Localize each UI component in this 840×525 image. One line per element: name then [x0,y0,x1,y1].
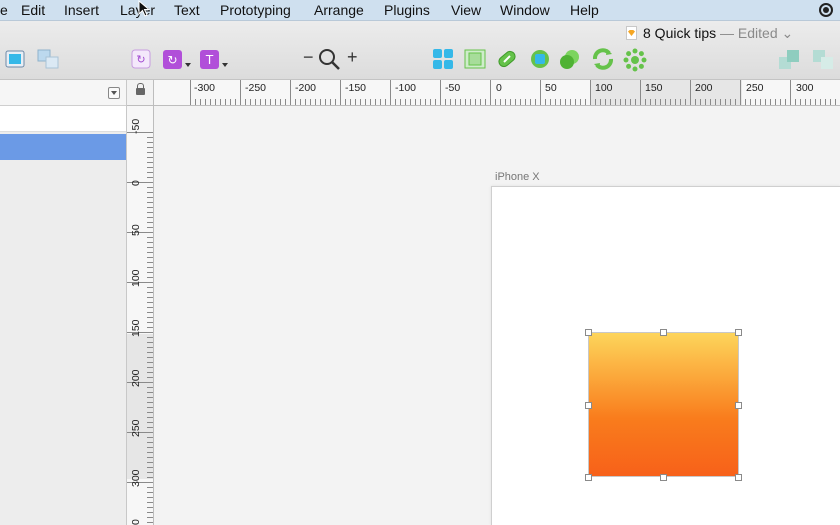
menu-file[interactable]: e [0,2,8,18]
ruler-corner [127,80,154,106]
menu-view[interactable]: View [451,2,481,18]
subtract-icon[interactable] [558,48,582,70]
ruler-label: 200 [695,82,713,94]
text-styles-icon[interactable]: T [199,49,229,71]
layers-panel [0,80,127,525]
lock-icon[interactable] [136,83,145,95]
ruler-label: 150 [645,82,663,94]
gradient-rectangle[interactable] [588,332,739,477]
ruler-label: 250 [130,419,142,437]
resize-handle-top-left[interactable] [585,329,592,336]
menu-prototyping[interactable]: Prototyping [220,2,291,18]
menu-text[interactable]: Text [174,2,200,18]
resize-handle-top[interactable] [660,329,667,336]
gear-icon[interactable] [623,48,647,72]
ruler-label: 300 [130,469,142,487]
mouse-pointer-icon [138,0,152,23]
document-title: 8 Quick tips — Edited ⌄ [626,25,793,42]
pages-header[interactable] [0,80,126,106]
ruler-label: -100 [395,82,417,94]
menu-help[interactable]: Help [570,2,599,18]
ruler-label: -150 [345,82,367,94]
horizontal-ruler[interactable]: -300 -250 -200 -150 -100 -50 0 50 100 15… [154,80,840,106]
insert-artboard-icon[interactable] [4,49,26,71]
ruler-label: -250 [245,82,267,94]
svg-text:T: T [205,53,214,67]
ruler-label: 150 [130,319,142,337]
page-list-item[interactable] [0,106,126,132]
ruler-label: 200 [130,369,142,387]
document-name: 8 Quick tips [643,25,717,41]
ruler-label: 50 [545,82,557,94]
svg-text:↻: ↻ [136,53,145,66]
page-list-item-selected[interactable] [0,134,126,160]
resize-handle-top-right[interactable] [735,329,742,336]
ruler-label: 0 [496,82,502,94]
menu-edit[interactable]: Edit [21,2,45,18]
svg-text:↻: ↻ [167,53,177,67]
rotate-copies-icon[interactable] [590,46,616,72]
artboard-title[interactable]: iPhone X [495,171,540,183]
resize-handle-bottom-left[interactable] [585,474,592,481]
chevron-down-icon[interactable]: ⌄ [782,25,794,41]
vertical-ruler[interactable]: -50 0 50 100 150 200 250 300 0 [127,106,154,525]
menu-insert[interactable]: Insert [64,2,99,18]
flatten-icon[interactable] [495,48,519,70]
symbols-menu-icon[interactable]: ↻ [162,49,192,71]
menu-bar: e Edit Insert Layer Text Prototyping Arr… [0,0,840,21]
document-status: — Edited [720,25,778,41]
ruler-label: 50 [130,224,142,236]
ruler-label: 100 [595,82,613,94]
ruler-label: 300 [796,82,814,94]
ruler-label: -300 [194,82,216,94]
ruler-label: 0 [130,180,142,186]
ruler-label: -50 [445,82,461,94]
mask-icon[interactable] [463,48,487,70]
zoom-icon[interactable] [318,48,342,72]
resize-handle-bottom-right[interactable] [735,474,742,481]
zoom-out-button[interactable]: − [303,47,314,68]
zoom-in-button[interactable]: + [347,47,358,68]
vertical-ruler-ticks [127,132,153,523]
ruler-label: -50 [130,118,142,134]
backward-icon[interactable] [812,48,836,72]
union-icon[interactable] [528,48,552,70]
menu-arrange[interactable]: Arrange [314,2,364,18]
ruler-label: 250 [746,82,764,94]
ruler-label: 0 [130,519,142,525]
group-icon[interactable] [37,49,61,71]
resize-handle-bottom[interactable] [660,474,667,481]
menu-plugins[interactable]: Plugins [384,2,430,18]
screen-record-icon[interactable] [819,3,833,17]
menu-window[interactable]: Window [500,2,550,18]
ruler-label: 100 [130,269,142,287]
forward-icon[interactable] [778,48,802,72]
sketch-document-icon [626,26,637,40]
pages-toggle-icon[interactable] [108,87,120,99]
grid-layout-icon[interactable] [432,48,454,70]
create-symbol-icon[interactable]: ↻ [131,49,151,69]
toolbar: 8 Quick tips — Edited ⌄ ↻ ↻ T − + [0,21,840,80]
ruler-label: -200 [295,82,317,94]
resize-handle-left[interactable] [585,402,592,409]
resize-handle-right[interactable] [735,402,742,409]
